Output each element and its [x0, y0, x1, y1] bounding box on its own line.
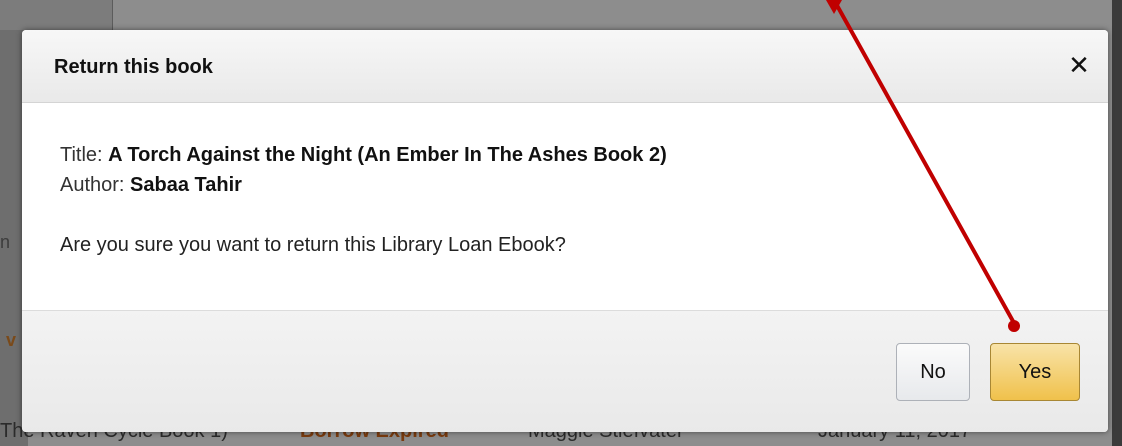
background-partial-text: n: [0, 232, 11, 252]
yes-button[interactable]: Yes: [990, 343, 1080, 401]
book-author-value: Sabaa Tahir: [130, 174, 242, 196]
close-icon[interactable]: ✕: [1064, 50, 1094, 80]
dialog-header: Return this book ✕: [22, 30, 1108, 103]
background-top-tab: [0, 0, 113, 30]
no-button[interactable]: No: [896, 343, 970, 401]
dialog-title: Return this book: [54, 56, 213, 78]
author-label: Author:: [60, 174, 125, 196]
dialog-footer: No Yes: [22, 310, 1108, 432]
confirm-question: Are you sure you want to return this Lib…: [60, 234, 566, 256]
background-partial-link: v: [6, 330, 17, 350]
title-label: Title:: [60, 144, 103, 166]
background-edge: [1112, 0, 1122, 446]
book-title-value: A Torch Against the Night (An Ember In T…: [108, 144, 667, 166]
book-author-line: Author: Sabaa Tahir: [60, 170, 667, 200]
return-book-dialog: Return this book ✕ Title: A Torch Agains…: [22, 30, 1108, 432]
book-title-line: Title: A Torch Against the Night (An Emb…: [60, 140, 667, 170]
dialog-body: Title: A Torch Against the Night (An Emb…: [60, 140, 667, 260]
